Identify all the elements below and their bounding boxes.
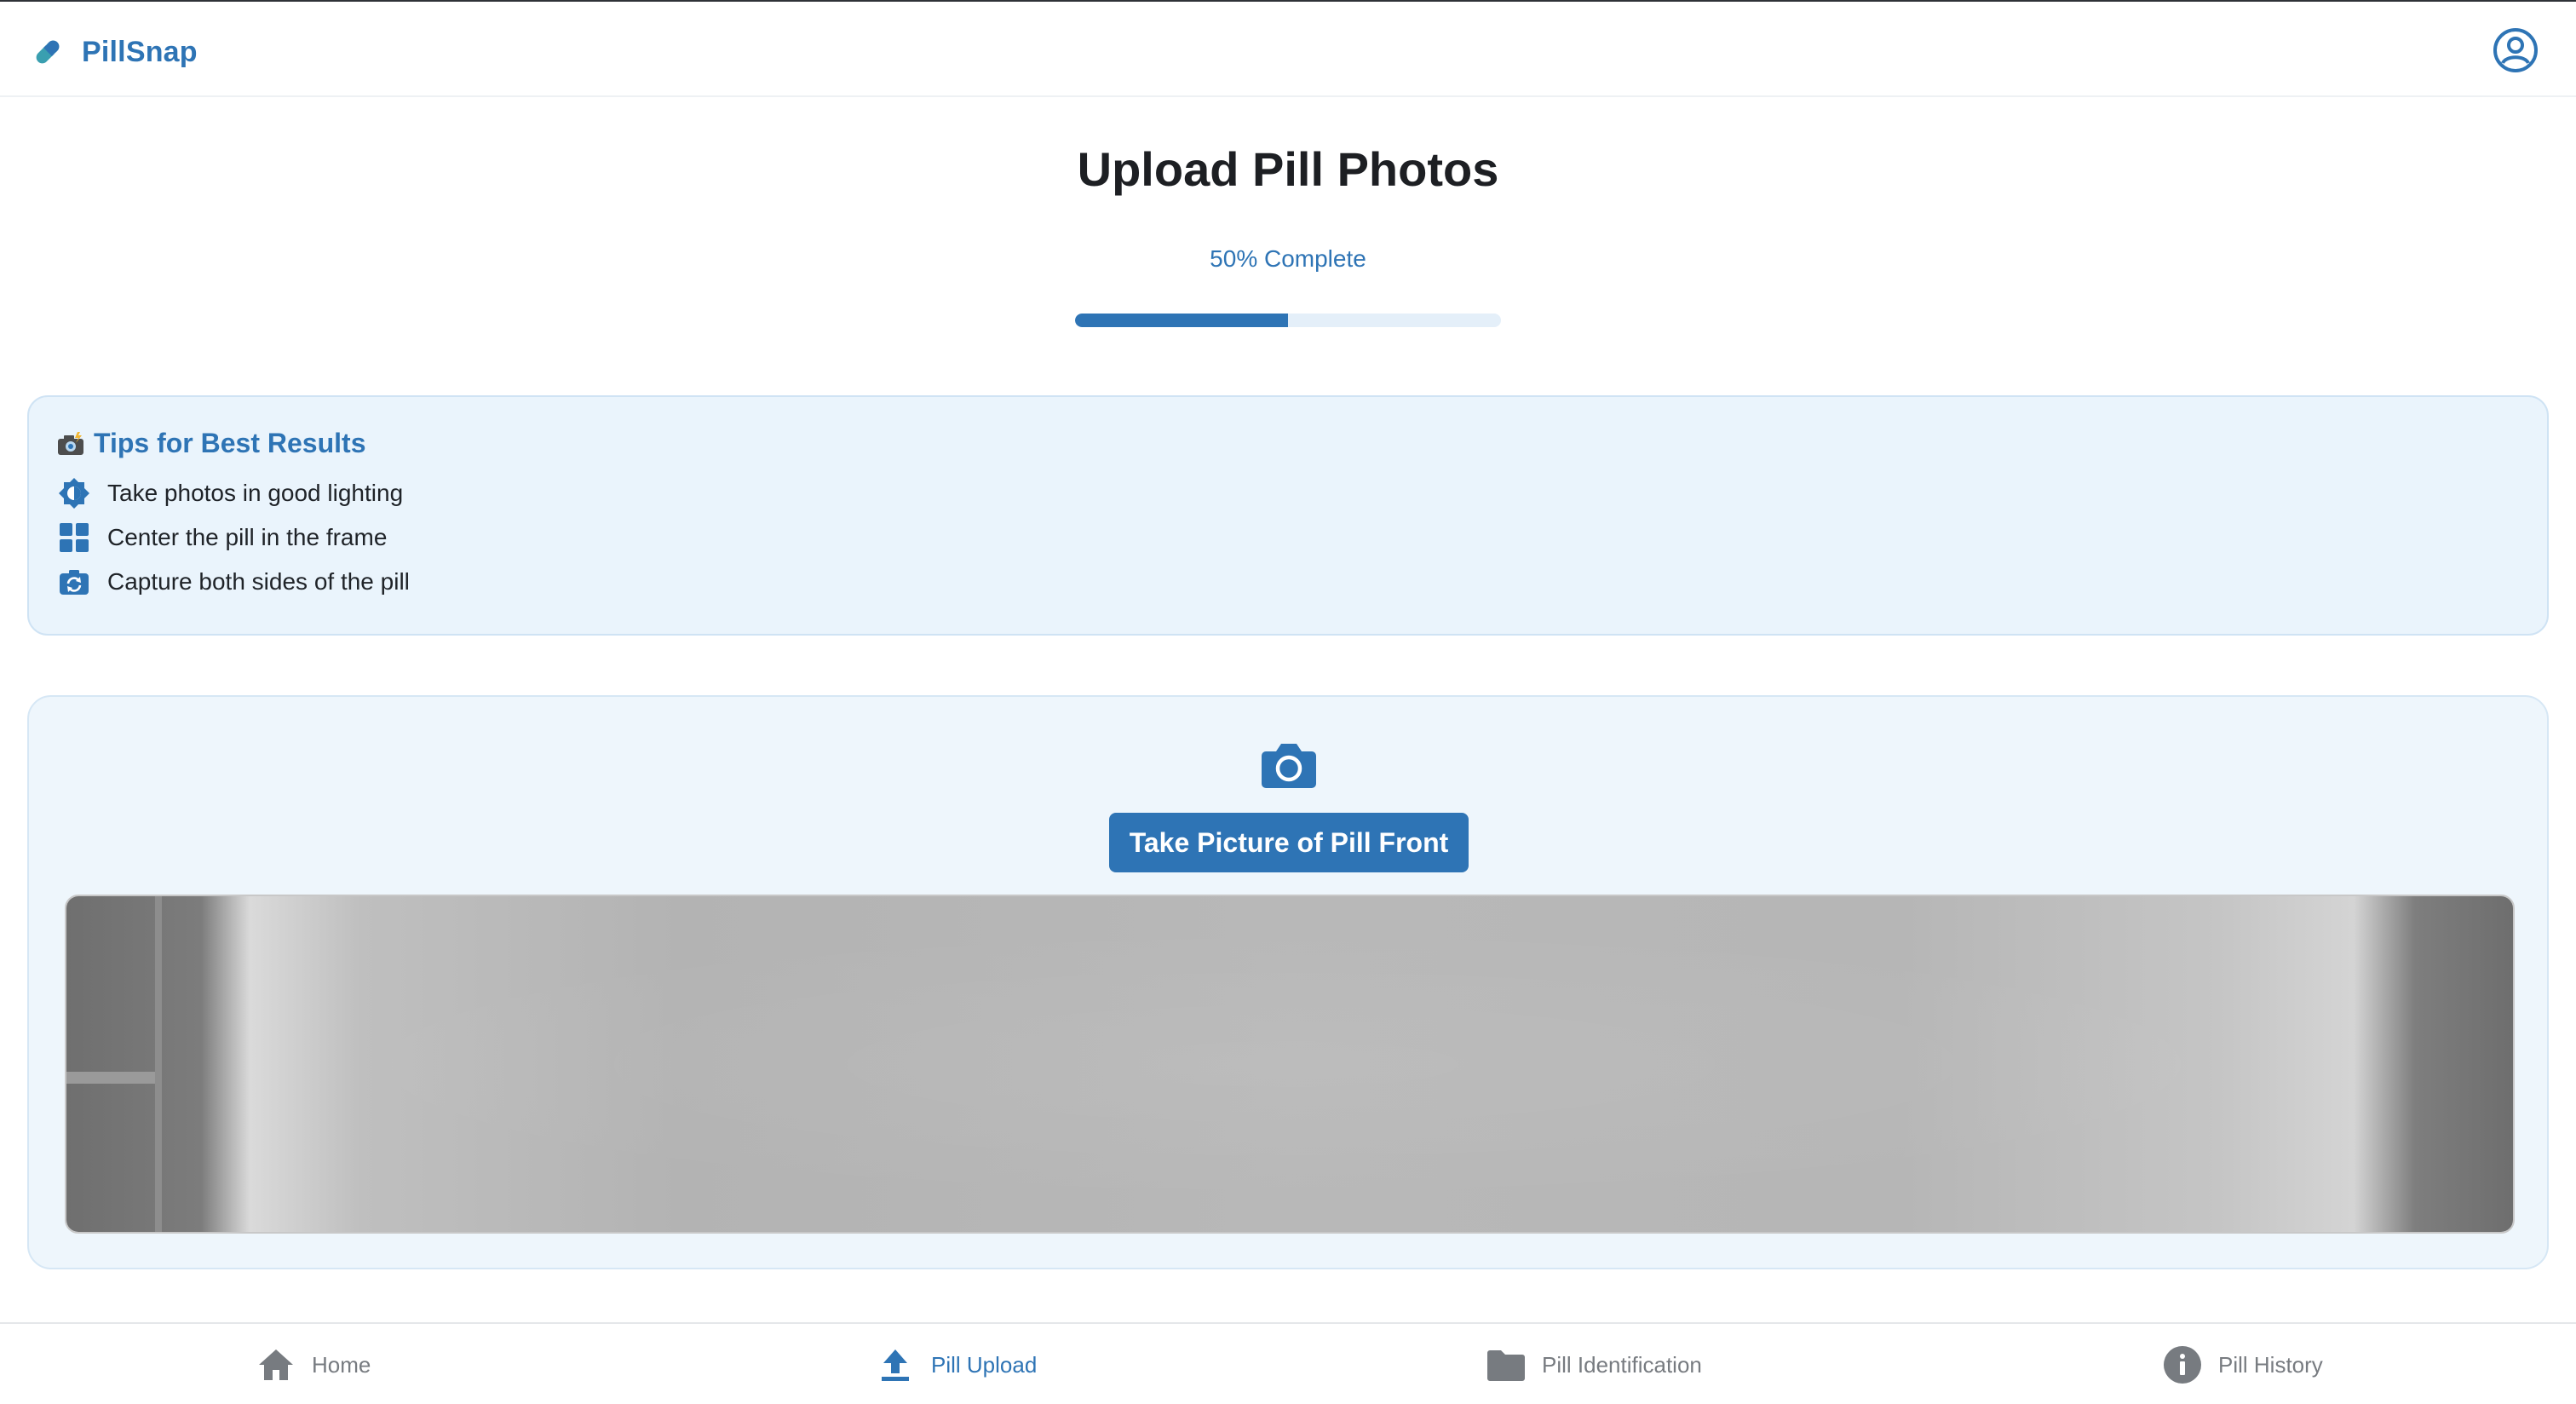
brand[interactable]: PillSnap [29,31,198,73]
progress-label: 50% Complete [1210,245,1366,272]
camera-icon [1262,744,1316,788]
nav-label: Home [312,1351,371,1378]
nav-item-pill-identification[interactable]: Pill Identification [1486,1324,1702,1404]
progress-bar [1075,314,1501,327]
camera-with-flash-icon [58,431,83,455]
nav-item-home[interactable]: Home [256,1324,371,1404]
home-icon [259,1349,293,1380]
tip-item-both-sides: Capture both sides of the pill [58,566,410,598]
tips-title: Tips for Best Results [94,428,366,458]
folder-icon [1487,1350,1525,1381]
tip-text: Center the pill in the frame [107,524,388,550]
grid-icon [60,523,89,552]
nav-label: Pill History [2218,1351,2323,1378]
nav-label: Pill Upload [931,1351,1038,1378]
upload-icon [882,1349,909,1381]
bottom-nav: Home Pill Upload Pill Identification Pil… [0,1322,2576,1404]
nav-item-pill-history[interactable]: Pill History [2162,1324,2323,1404]
tip-item-lighting: Take photos in good lighting [58,477,403,509]
tip-item-center: Center the pill in the frame [58,521,387,554]
pill-icon [36,40,60,64]
tip-text: Take photos in good lighting [107,480,404,506]
camera-preview[interactable] [65,895,2515,1234]
nav-label: Pill Identification [1542,1351,1702,1378]
app-name: PillSnap [82,35,198,68]
user-circle-icon[interactable] [2493,27,2539,73]
nav-item-pill-upload[interactable]: Pill Upload [875,1324,1037,1404]
take-picture-button[interactable]: Take Picture of Pill Front [1109,813,1469,872]
tips-heading: Tips for Best Results [56,428,365,459]
info-icon [2164,1346,2201,1384]
page-title: Upload Pill Photos [1077,142,1499,196]
brightness-icon [59,478,89,509]
app-header: PillSnap [0,2,2576,97]
tips-card: Tips for Best Results Take photos in goo… [27,395,2549,636]
progress-bar-fill [1075,314,1288,327]
tip-text: Capture both sides of the pill [107,568,410,595]
upload-card: Take Picture of Pill Front [27,695,2549,1269]
camera-rotate-icon [60,570,89,595]
